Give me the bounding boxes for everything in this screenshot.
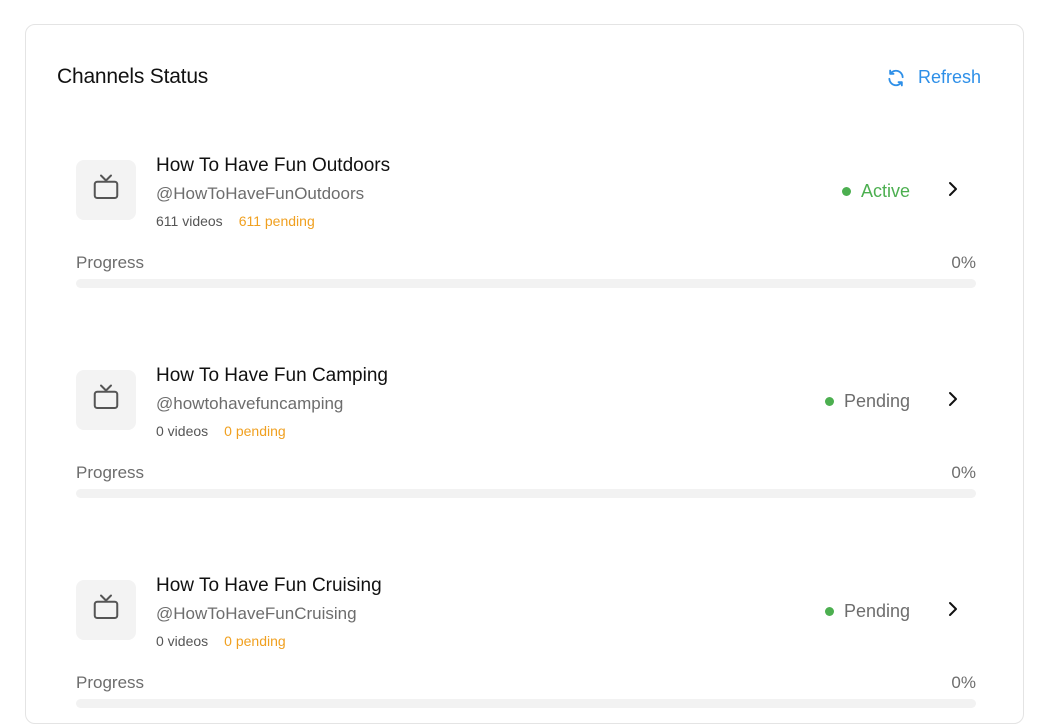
tv-icon <box>91 593 121 628</box>
refresh-icon <box>886 68 906 88</box>
status-dot <box>824 397 834 406</box>
channel-handle: @howtohavefuncamping <box>156 394 344 413</box>
channels-status-card: Channels Status Refresh How To Have Fun … <box>25 24 1024 724</box>
page-title: Channels Status <box>57 65 209 88</box>
channel-name: How To Have Fun Cruising <box>156 575 382 596</box>
refresh-label: Refresh <box>918 67 982 87</box>
status-label: Pending <box>843 601 910 621</box>
channel-handle: @HowToHaveFunOutdoors <box>156 184 365 203</box>
pending-count: 611 pending <box>238 213 315 229</box>
status-dot <box>841 187 851 196</box>
channel-name: How To Have Fun Outdoors <box>156 155 391 176</box>
video-count: 0 videos <box>156 423 209 439</box>
channel-thumbnail <box>76 160 136 220</box>
progress-bar <box>76 279 976 288</box>
channel-meta: 0 videos 0 pending <box>156 633 286 649</box>
status-label: Active <box>860 181 910 201</box>
channel-row[interactable]: How To Have Fun Cruising @HowToHaveFunCr… <box>76 575 976 723</box>
progress-label: Progress <box>76 463 145 482</box>
progress-label: Progress <box>76 673 145 692</box>
tv-icon <box>91 383 121 418</box>
progress-percent: 0% <box>951 253 976 272</box>
chevron-right-icon[interactable] <box>946 601 960 617</box>
progress-percent: 0% <box>951 463 976 482</box>
pending-count: 0 pending <box>224 633 286 649</box>
chevron-right-icon[interactable] <box>946 391 960 407</box>
refresh-button[interactable]: Refresh <box>886 67 981 88</box>
channel-thumbnail <box>76 580 136 640</box>
status-badge: Active <box>841 181 910 202</box>
status-badge: Pending <box>824 391 910 412</box>
progress-bar <box>76 489 976 498</box>
progress-percent: 0% <box>951 673 976 692</box>
channel-row[interactable]: How To Have Fun Outdoors @HowToHaveFunOu… <box>76 155 976 315</box>
chevron-right-icon[interactable] <box>946 181 960 197</box>
progress-label: Progress <box>76 253 145 272</box>
status-badge: Pending <box>824 601 910 622</box>
video-count: 0 videos <box>156 633 209 649</box>
status-dot <box>824 607 834 616</box>
tv-icon <box>91 173 121 208</box>
video-count: 611 videos <box>156 213 223 229</box>
channel-meta: 611 videos 611 pending <box>156 213 315 229</box>
channel-name: How To Have Fun Camping <box>156 365 388 386</box>
progress-bar <box>76 699 976 708</box>
channel-thumbnail <box>76 370 136 430</box>
pending-count: 0 pending <box>224 423 286 439</box>
channel-handle: @HowToHaveFunCruising <box>156 604 357 623</box>
status-label: Pending <box>843 391 910 411</box>
channel-meta: 0 videos 0 pending <box>156 423 286 439</box>
channel-row[interactable]: How To Have Fun Camping @howtohavefuncam… <box>76 365 976 525</box>
